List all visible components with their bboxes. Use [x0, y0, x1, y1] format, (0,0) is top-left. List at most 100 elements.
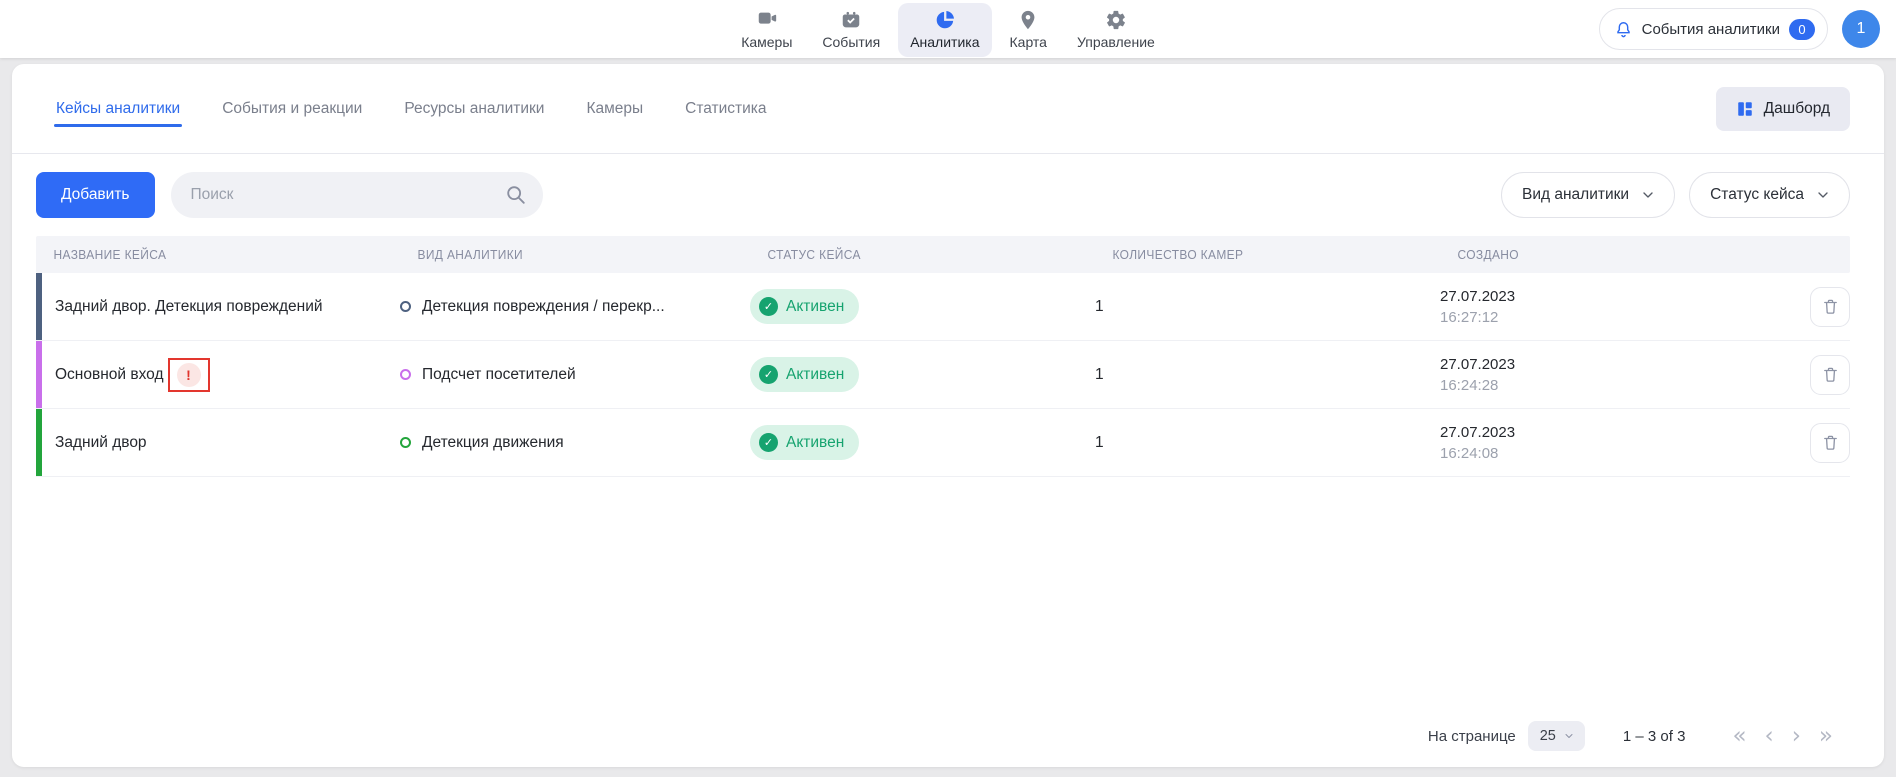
warning-highlight-box: ! [168, 358, 210, 392]
case-status-filter-label: Статус кейса [1710, 186, 1804, 204]
analytics-type-label: Детекция движения [422, 434, 564, 452]
per-page-value: 25 [1540, 728, 1556, 744]
dashboard-button-label: Дашборд [1764, 100, 1830, 118]
analytics-events-label: События аналитики [1642, 21, 1780, 38]
row-accent-bar [36, 273, 42, 340]
nav-label-management: Управление [1077, 34, 1155, 50]
created-time: 16:24:08 [1440, 445, 1758, 462]
map-pin-icon [1017, 9, 1039, 31]
case-status-cell: ✓ Активен [750, 289, 1095, 324]
row-accent-bar [36, 341, 42, 408]
search-input[interactable] [171, 172, 543, 218]
analytics-type-filter-label: Вид аналитики [1522, 186, 1629, 204]
nav-label-cameras: Камеры [741, 34, 792, 50]
topbar-right: События аналитики 0 1 [1599, 0, 1880, 58]
table-row[interactable]: Задний двор. Детекция повреждений Детекц… [36, 273, 1850, 341]
actions-cell [1758, 423, 1850, 463]
column-header-case-name: НАЗВАНИЕ КЕЙСА [36, 247, 371, 262]
delete-case-button[interactable] [1810, 355, 1850, 395]
created-time: 16:24:28 [1440, 377, 1758, 394]
calendar-check-icon [840, 9, 862, 31]
case-name: Задний двор [55, 434, 147, 452]
analytics-type-filter[interactable]: Вид аналитики [1501, 172, 1675, 218]
case-name-cell: Основной вход ! [36, 358, 400, 392]
search-icon[interactable] [505, 184, 527, 206]
content-card: Кейсы аналитики События и реакции Ресурс… [12, 64, 1884, 767]
column-header-analytics-type: ВИД АНАЛИТИКИ [400, 247, 722, 262]
check-circle-icon: ✓ [759, 433, 778, 452]
tabs-row: Кейсы аналитики События и реакции Ресурс… [12, 64, 1884, 154]
events-count-badge: 0 [1789, 19, 1815, 40]
tab-analytics-cases[interactable]: Кейсы аналитики [56, 64, 180, 153]
actions-cell [1758, 287, 1850, 327]
cameras-count-cell: 1 [1095, 434, 1440, 452]
nav-label-map: Карта [1010, 34, 1047, 50]
last-page-button[interactable]: » [1812, 725, 1840, 748]
status-badge: ✓ Активен [750, 357, 859, 392]
per-page-label: На странице [1428, 728, 1516, 745]
case-status-cell: ✓ Активен [750, 425, 1095, 460]
case-name: Основной вход [55, 366, 164, 384]
analytics-type-label: Детекция повреждения / перекр... [422, 298, 665, 316]
tab-statistics[interactable]: Статистика [685, 64, 766, 153]
status-badge: ✓ Активен [750, 425, 859, 460]
check-circle-icon: ✓ [759, 297, 778, 316]
case-status-cell: ✓ Активен [750, 357, 1095, 392]
gear-icon [1105, 9, 1127, 31]
status-label: Активен [786, 366, 844, 384]
analytics-type-ring-icon [400, 437, 411, 448]
toolbar: Добавить Вид аналитики Статус кейса [12, 154, 1884, 218]
trash-icon [1822, 298, 1839, 316]
created-cell: 27.07.2023 16:24:28 [1440, 356, 1758, 394]
column-header-cameras-count: КОЛИЧЕСТВО КАМЕР [1095, 247, 1412, 262]
delete-case-button[interactable] [1810, 287, 1850, 327]
case-name-cell: Задний двор [36, 434, 400, 452]
pie-chart-icon [934, 9, 956, 31]
first-page-button[interactable]: « [1725, 725, 1753, 748]
chevron-down-icon [1563, 730, 1575, 742]
analytics-type-cell: Детекция движения [400, 434, 750, 452]
table-row[interactable]: Основной вход ! Подсчет посетителей ✓ Ак… [36, 341, 1850, 409]
analytics-type-ring-icon [400, 369, 411, 380]
video-camera-icon [756, 9, 778, 31]
prev-page-button[interactable]: ‹ [1758, 725, 1781, 748]
created-date: 27.07.2023 [1440, 356, 1758, 373]
table-row[interactable]: Задний двор Детекция движения ✓ Активен … [36, 409, 1850, 477]
nav-item-analytics[interactable]: Аналитика [898, 3, 991, 57]
analytics-type-ring-icon [400, 301, 411, 312]
next-page-button[interactable]: › [1785, 725, 1808, 748]
per-page-select[interactable]: 25 [1528, 721, 1585, 751]
tab-events-reactions[interactable]: События и реакции [222, 64, 362, 153]
trash-icon [1822, 434, 1839, 452]
pagination: На странице 25 1 – 3 of 3 « ‹ › » [12, 709, 1884, 767]
tab-cameras[interactable]: Камеры [586, 64, 643, 153]
column-header-created: СОЗДАНО [1440, 247, 1733, 262]
warning-icon[interactable]: ! [177, 363, 201, 387]
case-name: Задний двор. Детекция повреждений [55, 298, 323, 316]
nav-item-events[interactable]: События [810, 3, 892, 57]
nav-item-cameras[interactable]: Камеры [729, 3, 804, 57]
cases-table: НАЗВАНИЕ КЕЙСА ВИД АНАЛИТИКИ СТАТУС КЕЙС… [36, 236, 1850, 477]
cameras-count-cell: 1 [1095, 366, 1440, 384]
analytics-type-cell: Подсчет посетителей [400, 366, 750, 384]
nav-item-map[interactable]: Карта [998, 3, 1059, 57]
status-label: Активен [786, 434, 844, 452]
dashboard-button[interactable]: Дашборд [1716, 87, 1850, 131]
avatar[interactable]: 1 [1842, 10, 1880, 48]
delete-case-button[interactable] [1810, 423, 1850, 463]
pagination-range: 1 – 3 of 3 [1623, 728, 1686, 745]
topbar: Камеры События Аналитика Карта Управлени… [0, 0, 1896, 58]
analytics-events-button[interactable]: События аналитики 0 [1599, 8, 1828, 50]
add-case-button[interactable]: Добавить [36, 172, 155, 218]
tab-analytics-resources[interactable]: Ресурсы аналитики [404, 64, 544, 153]
case-status-filter[interactable]: Статус кейса [1689, 172, 1850, 218]
nav-label-analytics: Аналитика [910, 34, 979, 50]
analytics-type-label: Подсчет посетителей [422, 366, 576, 384]
created-time: 16:27:12 [1440, 309, 1758, 326]
check-circle-icon: ✓ [759, 365, 778, 384]
trash-icon [1822, 366, 1839, 384]
actions-cell [1758, 355, 1850, 395]
tabs: Кейсы аналитики События и реакции Ресурс… [56, 64, 767, 153]
nav-item-management[interactable]: Управление [1065, 3, 1167, 57]
search-field [171, 172, 543, 218]
